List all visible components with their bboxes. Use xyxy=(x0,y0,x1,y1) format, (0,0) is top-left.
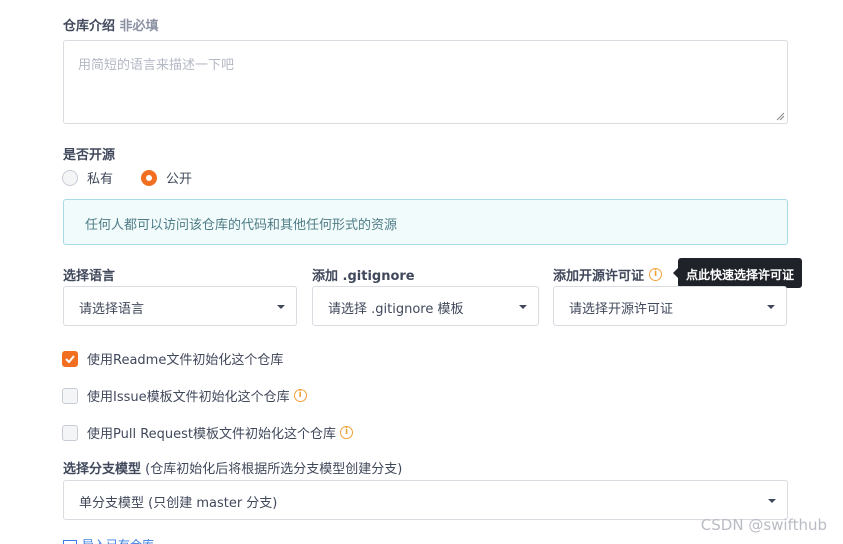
init-readme-checkbox[interactable] xyxy=(62,350,78,367)
branch-model-select-value: 单分支模型 (只创建 master 分支) xyxy=(79,496,278,511)
issue-info-icon[interactable]: i xyxy=(293,389,307,402)
radio-private[interactable] xyxy=(62,169,78,186)
resize-handle-icon[interactable] xyxy=(776,112,785,121)
check-icon xyxy=(65,354,75,363)
radio-private-label[interactable]: 私有 xyxy=(87,168,113,187)
radio-public[interactable] xyxy=(141,169,158,186)
chevron-down-icon xyxy=(519,305,527,309)
radio-public-label[interactable]: 公开 xyxy=(166,168,192,187)
description-textarea[interactable]: 用简短的语言来描述一下吧 xyxy=(63,40,788,124)
init-pr-label[interactable]: 使用Pull Request模板文件初始化这个仓库 xyxy=(87,423,336,442)
init-pr-row[interactable]: 使用Pull Request模板文件初始化这个仓库 i xyxy=(62,423,354,442)
license-label-row: 添加开源许可证 i xyxy=(553,265,663,284)
language-select-value: 请选择语言 xyxy=(79,302,145,317)
pr-info-icon[interactable]: i xyxy=(340,426,354,439)
watermark: CSDN @swifthub xyxy=(700,516,827,534)
visibility-radio-group: 私有 公开 xyxy=(62,168,220,187)
public-info-text: 任何人都可以访问该仓库的代码和其他任何形式的资源 xyxy=(85,218,398,233)
chevron-down-icon xyxy=(277,305,285,309)
init-issue-label[interactable]: 使用Issue模板文件初始化这个仓库 xyxy=(87,386,290,405)
optional-tag: 非必填 xyxy=(119,19,159,34)
gitignore-label: 添加 .gitignore xyxy=(312,269,415,284)
import-repo-label[interactable]: 导入已有仓库 xyxy=(82,536,154,544)
branch-model-label: 选择分支模型 xyxy=(63,462,142,477)
public-info-box: 任何人都可以访问该仓库的代码和其他任何形式的资源 xyxy=(63,199,788,245)
chevron-down-icon xyxy=(767,305,775,309)
license-select-value: 请选择开源许可证 xyxy=(569,302,674,317)
init-issue-checkbox[interactable] xyxy=(62,387,78,404)
chevron-down-icon xyxy=(768,499,776,503)
branch-model-select[interactable]: 单分支模型 (只创建 master 分支) xyxy=(63,480,788,520)
description-label-text: 仓库介绍 xyxy=(63,19,116,34)
license-label: 添加开源许可证 xyxy=(553,269,645,284)
gitignore-select[interactable]: 请选择 .gitignore 模板 xyxy=(312,286,539,326)
import-icon xyxy=(63,539,77,544)
description-placeholder: 用简短的语言来描述一下吧 xyxy=(78,58,235,73)
gitignore-select-value: 请选择 .gitignore 模板 xyxy=(328,302,464,317)
license-select[interactable]: 请选择开源许可证 xyxy=(553,286,787,326)
branch-model-label-row: 选择分支模型 (仓库初始化后将根据所选分支模型创建分支) xyxy=(63,458,402,477)
import-repo-link[interactable]: 导入已有仓库 xyxy=(63,536,154,544)
license-tooltip: 点此快速选择许可证 xyxy=(673,258,802,288)
language-label: 选择语言 xyxy=(63,269,116,284)
language-select[interactable]: 请选择语言 xyxy=(63,286,297,326)
description-label: 仓库介绍 非必填 xyxy=(63,15,159,34)
init-readme-row[interactable]: 使用Readme文件初始化这个仓库 xyxy=(62,349,283,368)
init-readme-label[interactable]: 使用Readme文件初始化这个仓库 xyxy=(87,349,283,368)
init-pr-checkbox[interactable] xyxy=(62,424,78,441)
init-issue-row[interactable]: 使用Issue模板文件初始化这个仓库 i xyxy=(62,386,307,405)
license-info-icon[interactable]: i xyxy=(649,268,663,281)
open-source-label: 是否开源 xyxy=(63,148,116,163)
branch-model-hint: (仓库初始化后将根据所选分支模型创建分支) xyxy=(145,462,403,477)
